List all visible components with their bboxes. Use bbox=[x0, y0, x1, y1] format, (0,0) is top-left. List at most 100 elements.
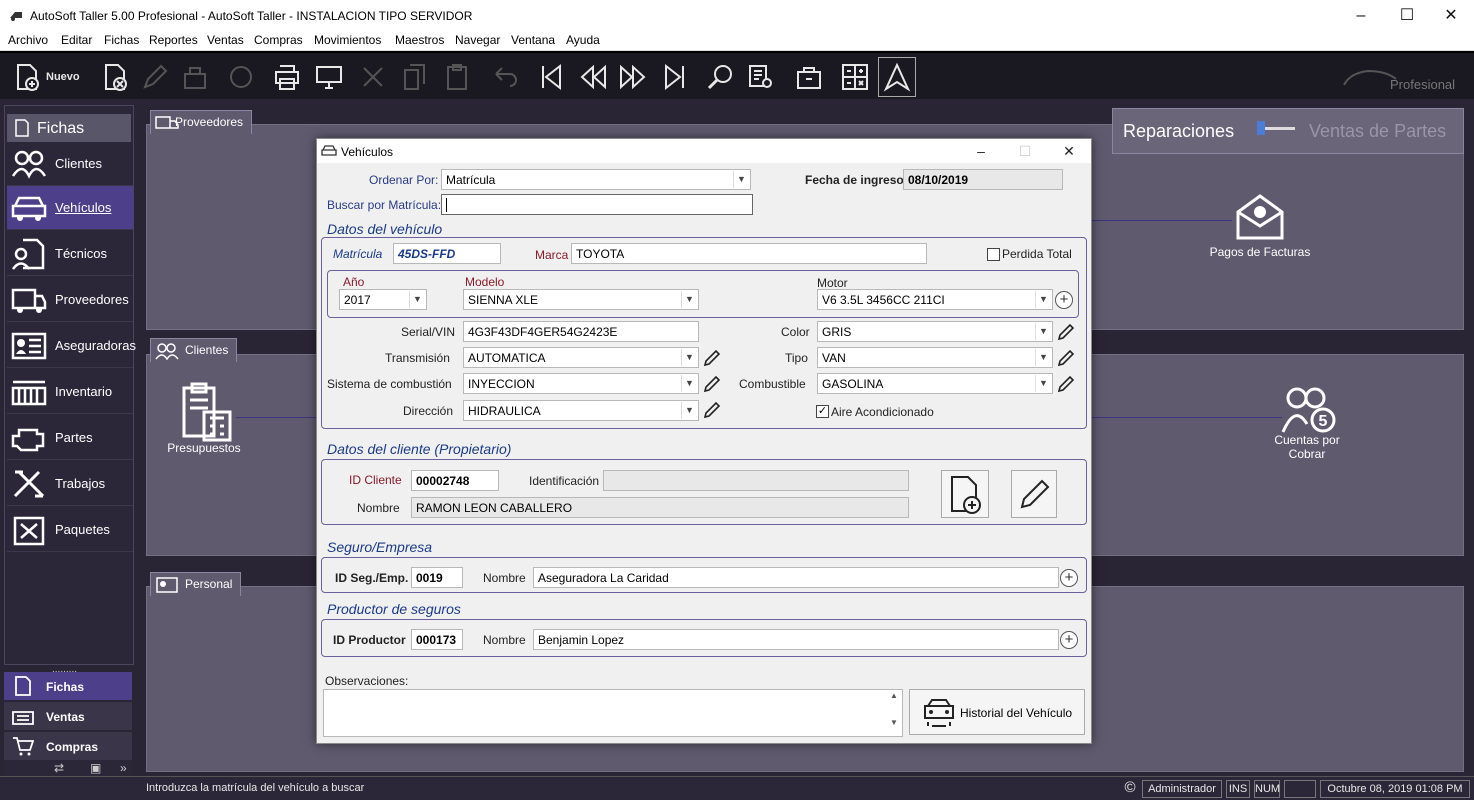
dialog-minimize-button[interactable]: – bbox=[959, 139, 1003, 163]
new-client-button[interactable] bbox=[941, 470, 989, 518]
cut-button[interactable] bbox=[354, 57, 392, 97]
panel-tab-personal[interactable]: Personal bbox=[150, 572, 242, 596]
filter-button[interactable] bbox=[742, 57, 780, 97]
menu-ventana[interactable]: Ventana bbox=[511, 33, 555, 47]
idseg-label: ID Seg./Emp. bbox=[335, 571, 409, 585]
sidebar-item-aseguradoras[interactable]: Aseguradoras bbox=[7, 324, 136, 368]
menu-ventas[interactable]: Ventas bbox=[207, 33, 244, 47]
edit-transmision-button[interactable] bbox=[702, 348, 722, 368]
edit-combustion-button[interactable] bbox=[702, 374, 722, 394]
dialog-maximize-button[interactable]: ☐ bbox=[1003, 139, 1047, 163]
menu-reportes[interactable]: Reportes bbox=[149, 33, 198, 47]
perdida-checkbox[interactable] bbox=[987, 248, 1000, 261]
edit-direccion-button[interactable] bbox=[702, 400, 722, 420]
calculator-button[interactable] bbox=[836, 57, 874, 97]
edit-button[interactable] bbox=[136, 57, 174, 97]
presupuestos[interactable]: Presupuestos bbox=[160, 380, 248, 455]
close-button[interactable]: ✕ bbox=[1428, 0, 1474, 31]
menu-fichas[interactable]: Fichas bbox=[104, 33, 139, 47]
paste-button[interactable] bbox=[438, 57, 476, 97]
last-record-button[interactable] bbox=[656, 57, 694, 97]
obs-scrollbar[interactable]: ▲ ▼ bbox=[887, 691, 901, 735]
menu-compras[interactable]: Compras bbox=[254, 33, 303, 47]
sidebar-item-vehiculos[interactable]: Vehículos bbox=[7, 186, 133, 230]
sidebar-item-inventario[interactable]: Inventario bbox=[7, 370, 133, 414]
sidebar-item-tecnicos[interactable]: Técnicos bbox=[7, 232, 133, 276]
ordenar-select[interactable]: Matrícula ▼ bbox=[441, 169, 751, 190]
first-record-button[interactable] bbox=[532, 57, 570, 97]
bottom-tab-ventas[interactable]: Ventas bbox=[4, 702, 132, 730]
menu-maestros[interactable]: Maestros bbox=[395, 33, 444, 47]
search-button[interactable] bbox=[702, 57, 740, 97]
minimize-button[interactable]: – bbox=[1338, 0, 1384, 31]
refresh-button[interactable] bbox=[222, 57, 260, 97]
cuentas-cobrar[interactable]: 5 Cuentas por Cobrar bbox=[1264, 384, 1350, 461]
navigate-button[interactable] bbox=[878, 57, 916, 97]
sidebar-item-partes[interactable]: Partes bbox=[7, 416, 133, 460]
panel-tab-proveedores[interactable]: Proveedores bbox=[150, 110, 253, 134]
bottom-tab-compras[interactable]: Compras bbox=[4, 732, 132, 760]
pagos-facturas[interactable]: Pagos de Facturas bbox=[1200, 192, 1320, 259]
maximize-button[interactable]: ☐ bbox=[1384, 0, 1430, 31]
toggle-switch[interactable] bbox=[1253, 121, 1295, 135]
layout-icon[interactable]: ▣ bbox=[90, 761, 101, 775]
panel-tab-clientes[interactable]: Clientes bbox=[150, 338, 238, 362]
menu-editar[interactable]: Editar bbox=[61, 33, 92, 47]
seg-nombre-field[interactable]: Aseguradora La Caridad bbox=[533, 567, 1059, 588]
chevron-icon[interactable]: » bbox=[120, 761, 127, 775]
idcliente-field[interactable]: 00002748 bbox=[411, 470, 499, 491]
edit-combustible-button[interactable] bbox=[1056, 374, 1076, 394]
sidebar-item-proveedores[interactable]: Proveedores bbox=[7, 278, 133, 322]
serial-field[interactable]: 4G3F43DF4GER54G2423E bbox=[463, 321, 699, 342]
tipo-select[interactable]: VAN ▼ bbox=[817, 347, 1053, 368]
mode-toggle[interactable]: Reparaciones Ventas de Partes bbox=[1112, 108, 1464, 154]
delete-button[interactable] bbox=[96, 57, 134, 97]
copy-button[interactable] bbox=[396, 57, 434, 97]
edit-client-button[interactable] bbox=[1011, 470, 1057, 518]
idprod-field[interactable]: 000173 bbox=[411, 629, 463, 650]
bottom-tab-fichas[interactable]: Fichas bbox=[4, 672, 132, 700]
menu-archivo[interactable]: Archivo bbox=[8, 33, 48, 47]
swap-icon[interactable]: ⇄ bbox=[54, 761, 64, 775]
motor-select[interactable]: V6 3.5L 3456CC 211CI ▼ bbox=[817, 289, 1053, 310]
transmision-select[interactable]: AUTOMATICA ▼ bbox=[463, 347, 699, 368]
marca-field[interactable]: TOYOTA bbox=[571, 243, 927, 264]
combustible-select[interactable]: GASOLINA ▼ bbox=[817, 373, 1053, 394]
save-button[interactable] bbox=[176, 57, 214, 97]
prod-nombre-label: Nombre bbox=[483, 633, 526, 647]
fecha-field[interactable]: 08/10/2019 bbox=[903, 169, 1063, 190]
preview-button[interactable] bbox=[310, 57, 348, 97]
sidebar-item-paquetes[interactable]: Paquetes bbox=[7, 508, 133, 552]
prev-record-button[interactable] bbox=[574, 57, 612, 97]
modelo-select[interactable]: SIENNA XLE ▼ bbox=[463, 289, 699, 310]
matricula-field[interactable]: 45DS-FFD bbox=[393, 243, 501, 264]
menu-ayuda[interactable]: Ayuda bbox=[566, 33, 600, 47]
historial-button[interactable]: Historial del Vehículo bbox=[909, 689, 1085, 735]
prod-nombre-field[interactable]: Benjamin Lopez bbox=[533, 629, 1059, 650]
add-productor-button[interactable]: + bbox=[1060, 631, 1078, 649]
print-button[interactable] bbox=[268, 57, 306, 97]
new-button[interactable]: Nuevo bbox=[12, 57, 92, 97]
identificacion-field[interactable] bbox=[603, 470, 909, 491]
combustion-select[interactable]: INYECCION ▼ bbox=[463, 373, 699, 394]
undo-button[interactable] bbox=[486, 57, 524, 97]
direccion-select[interactable]: HIDRAULICA ▼ bbox=[463, 400, 699, 421]
color-select[interactable]: GRIS ▼ bbox=[817, 321, 1053, 342]
menu-navegar[interactable]: Navegar bbox=[455, 33, 500, 47]
anio-select[interactable]: 2017 ▼ bbox=[339, 289, 427, 310]
add-motor-button[interactable]: + bbox=[1055, 291, 1073, 309]
buscar-input[interactable] bbox=[441, 194, 753, 215]
nombre-field[interactable]: RAMON LEON CABALLERO bbox=[411, 497, 909, 518]
aire-checkbox[interactable]: ✓ bbox=[816, 405, 829, 418]
edit-tipo-button[interactable] bbox=[1056, 348, 1076, 368]
menu-movimientos[interactable]: Movimientos bbox=[314, 33, 381, 47]
lock-button[interactable] bbox=[790, 57, 828, 97]
dialog-close-button[interactable]: ✕ bbox=[1047, 139, 1091, 163]
obs-textarea[interactable] bbox=[323, 689, 903, 737]
next-record-button[interactable] bbox=[614, 57, 652, 97]
sidebar-item-clientes[interactable]: Clientes bbox=[7, 142, 133, 186]
edit-color-button[interactable] bbox=[1056, 322, 1076, 342]
idseg-field[interactable]: 0019 bbox=[411, 567, 463, 588]
add-seguro-button[interactable]: + bbox=[1060, 569, 1078, 587]
sidebar-item-trabajos[interactable]: Trabajos bbox=[7, 462, 133, 506]
